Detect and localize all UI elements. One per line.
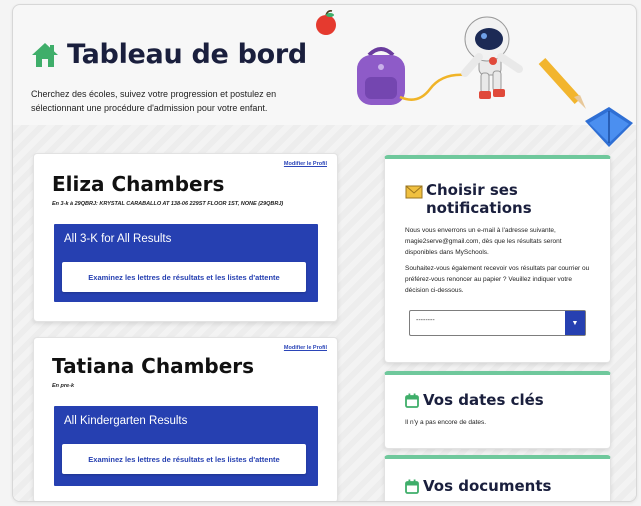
astronaut-icon	[461, 16, 523, 99]
documents-card: Vos documents	[384, 455, 611, 501]
chevron-down-icon[interactable]: ▼	[565, 311, 585, 335]
notifications-title: Choisir ses notifications	[426, 181, 532, 217]
results-title: All Kindergarten Results	[64, 415, 188, 427]
page-subtitle: Cherchez des écoles, suivez votre progre…	[31, 89, 277, 113]
documents-header: Vos documents	[405, 477, 551, 495]
results-title: All 3-K for All Results	[64, 233, 172, 245]
notifications-card: Choisir ses notifications Nous vous enve…	[384, 155, 611, 363]
notifications-email-text: Nous vous enverrons un e-mail à l'adress…	[405, 227, 562, 256]
edit-profile-link[interactable]: Modifier le Profil	[284, 161, 327, 167]
key-dates-header: Vos dates clés	[405, 391, 544, 409]
review-results-button[interactable]: Examinez les lettres de résultats et les…	[62, 262, 306, 292]
app-window: Tableau de bord Cherchez des écoles, sui…	[12, 4, 637, 502]
results-panel: All Kindergarten Results Examinez les le…	[54, 406, 318, 486]
student-name: Tatiana Chambers	[52, 354, 255, 378]
edit-profile-link[interactable]: Modifier le Profil	[284, 345, 327, 351]
student-card: Modifier le Profil Eliza Chambers En 3-k…	[33, 153, 338, 322]
calendar-icon	[405, 393, 419, 408]
student-card: Modifier le Profil Tatiana Chambers En p…	[33, 337, 338, 501]
student-name: Eliza Chambers	[52, 172, 225, 196]
notifications-mail-text: Souhaitez-vous également recevoir vos ré…	[405, 265, 590, 294]
book-icon	[585, 107, 633, 147]
home-icon	[32, 42, 58, 67]
student-enrollment: En 3-k à 29QBRJ: KRYSTAL CARABALLO AT 13…	[52, 201, 284, 207]
select-value: --------	[416, 317, 435, 324]
student-enrollment: En pre-k	[52, 383, 75, 389]
notifications-header: Choisir ses notifications	[405, 181, 546, 217]
key-dates-card: Vos dates clés Il n'y a pas encore de da…	[384, 371, 611, 449]
page-header: Tableau de bord	[31, 39, 307, 70]
documents-title: Vos documents	[423, 477, 552, 495]
review-results-button[interactable]: Examinez les lettres de résultats et les…	[62, 444, 306, 474]
page-title: Tableau de bord	[67, 39, 307, 70]
notification-preference-select[interactable]: -------- ▼	[409, 310, 586, 336]
envelope-icon	[405, 185, 423, 199]
key-dates-empty-text: Il n'y a pas encore de dates.	[405, 419, 487, 426]
key-dates-title: Vos dates clés	[423, 391, 544, 409]
calendar-icon	[405, 479, 419, 494]
apple-icon	[316, 10, 336, 35]
results-panel: All 3-K for All Results Examinez les let…	[54, 224, 318, 302]
